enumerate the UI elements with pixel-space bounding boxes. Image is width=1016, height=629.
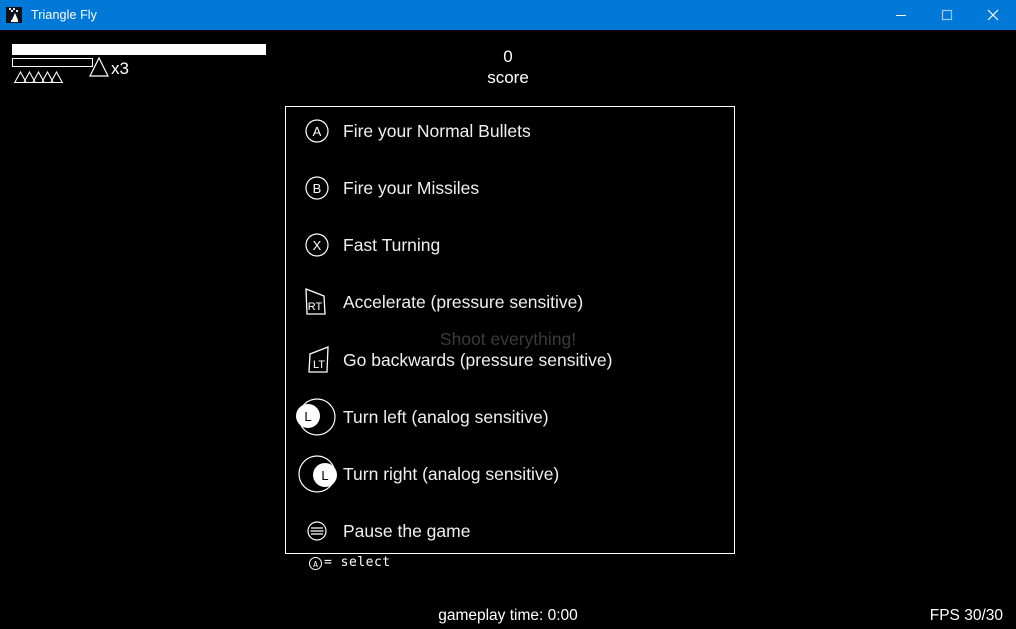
stick-left-icon: L xyxy=(291,397,343,437)
lives-indicator: x3 xyxy=(88,56,129,78)
hud-secondary-row: x3 xyxy=(12,56,282,88)
control-label: Pause the game xyxy=(343,521,471,541)
hud-left: x3 xyxy=(12,44,282,88)
trigger-rt-icon: RT xyxy=(291,282,343,322)
close-icon xyxy=(987,9,999,21)
svg-text:L: L xyxy=(321,468,328,483)
control-row-accelerate[interactable]: RT Accelerate (pressure sensitive) xyxy=(286,282,736,322)
title-bar: Triangle Fly xyxy=(0,0,1016,30)
svg-text:A: A xyxy=(313,560,318,569)
control-label: Fire your Normal Bullets xyxy=(343,121,531,141)
control-label: Turn left (analog sensitive) xyxy=(343,407,549,427)
control-label: Fire your Missiles xyxy=(343,178,480,198)
health-bar xyxy=(12,44,266,55)
button-x-icon: X xyxy=(291,225,343,265)
control-label: Fast Turning xyxy=(343,235,441,255)
control-label: Accelerate (pressure sensitive) xyxy=(343,292,584,312)
minimize-button[interactable] xyxy=(878,0,924,30)
control-row-fire-missiles[interactable]: B Fire your Missiles xyxy=(286,168,736,208)
app-icon-triangle xyxy=(12,13,18,20)
maximize-icon xyxy=(941,9,953,21)
control-row-turn-right[interactable]: L Turn right (analog sensitive) xyxy=(286,454,736,494)
status-bar: gameplay time: 0:00 FPS 30/30 xyxy=(0,601,1016,629)
ammo-triangles xyxy=(13,69,65,84)
fps-counter: FPS 30/30 xyxy=(929,607,1003,624)
control-row-fire-bullets[interactable]: A Fire your Normal Bullets xyxy=(286,111,736,151)
control-label: Turn right (analog sensitive) xyxy=(343,464,560,484)
button-b-icon: B xyxy=(291,168,343,208)
control-row-go-backwards[interactable]: LT Go backwards (pressure sensitive) xyxy=(286,340,736,380)
energy-bar xyxy=(12,58,93,67)
triangle-fly-app-icon xyxy=(6,7,22,23)
control-row-pause[interactable]: Pause the game xyxy=(286,511,736,551)
game-canvas: x3 0 score Shoot everything! A Fire your… xyxy=(0,30,1016,629)
control-row-fast-turning[interactable]: X Fast Turning xyxy=(286,225,736,265)
select-hint-text: = select xyxy=(324,555,391,570)
lives-count: x3 xyxy=(111,59,129,78)
control-row-turn-left[interactable]: L Turn left (analog sensitive) xyxy=(286,397,736,437)
maximize-button[interactable] xyxy=(924,0,970,30)
svg-text:L: L xyxy=(304,409,311,424)
button-a-icon: A xyxy=(291,111,343,151)
app-icon-base xyxy=(11,20,18,22)
control-label: Go backwards (pressure sensitive) xyxy=(343,350,613,370)
svg-text:B: B xyxy=(313,181,322,196)
minimize-icon xyxy=(896,15,906,16)
button-a-icon: A xyxy=(308,556,323,571)
svg-text:A: A xyxy=(313,124,322,139)
trigger-lt-icon: LT xyxy=(291,340,343,380)
svg-text:X: X xyxy=(313,238,322,253)
stick-right-icon: L xyxy=(291,454,343,494)
game-window: Triangle Fly x3 0 score Shoot everything… xyxy=(0,0,1016,629)
close-button[interactable] xyxy=(970,0,1016,30)
svg-text:LT: LT xyxy=(313,359,325,371)
svg-text:RT: RT xyxy=(308,301,323,313)
pause-menu-icon xyxy=(291,511,343,551)
select-hint: A = select xyxy=(308,555,391,571)
gameplay-time: gameplay time: 0:00 xyxy=(438,607,578,624)
window-controls xyxy=(878,0,1016,30)
controls-help-panel: A Fire your Normal Bullets B Fire your M… xyxy=(285,106,735,554)
life-triangle-icon xyxy=(88,56,110,78)
window-title: Triangle Fly xyxy=(31,8,98,22)
